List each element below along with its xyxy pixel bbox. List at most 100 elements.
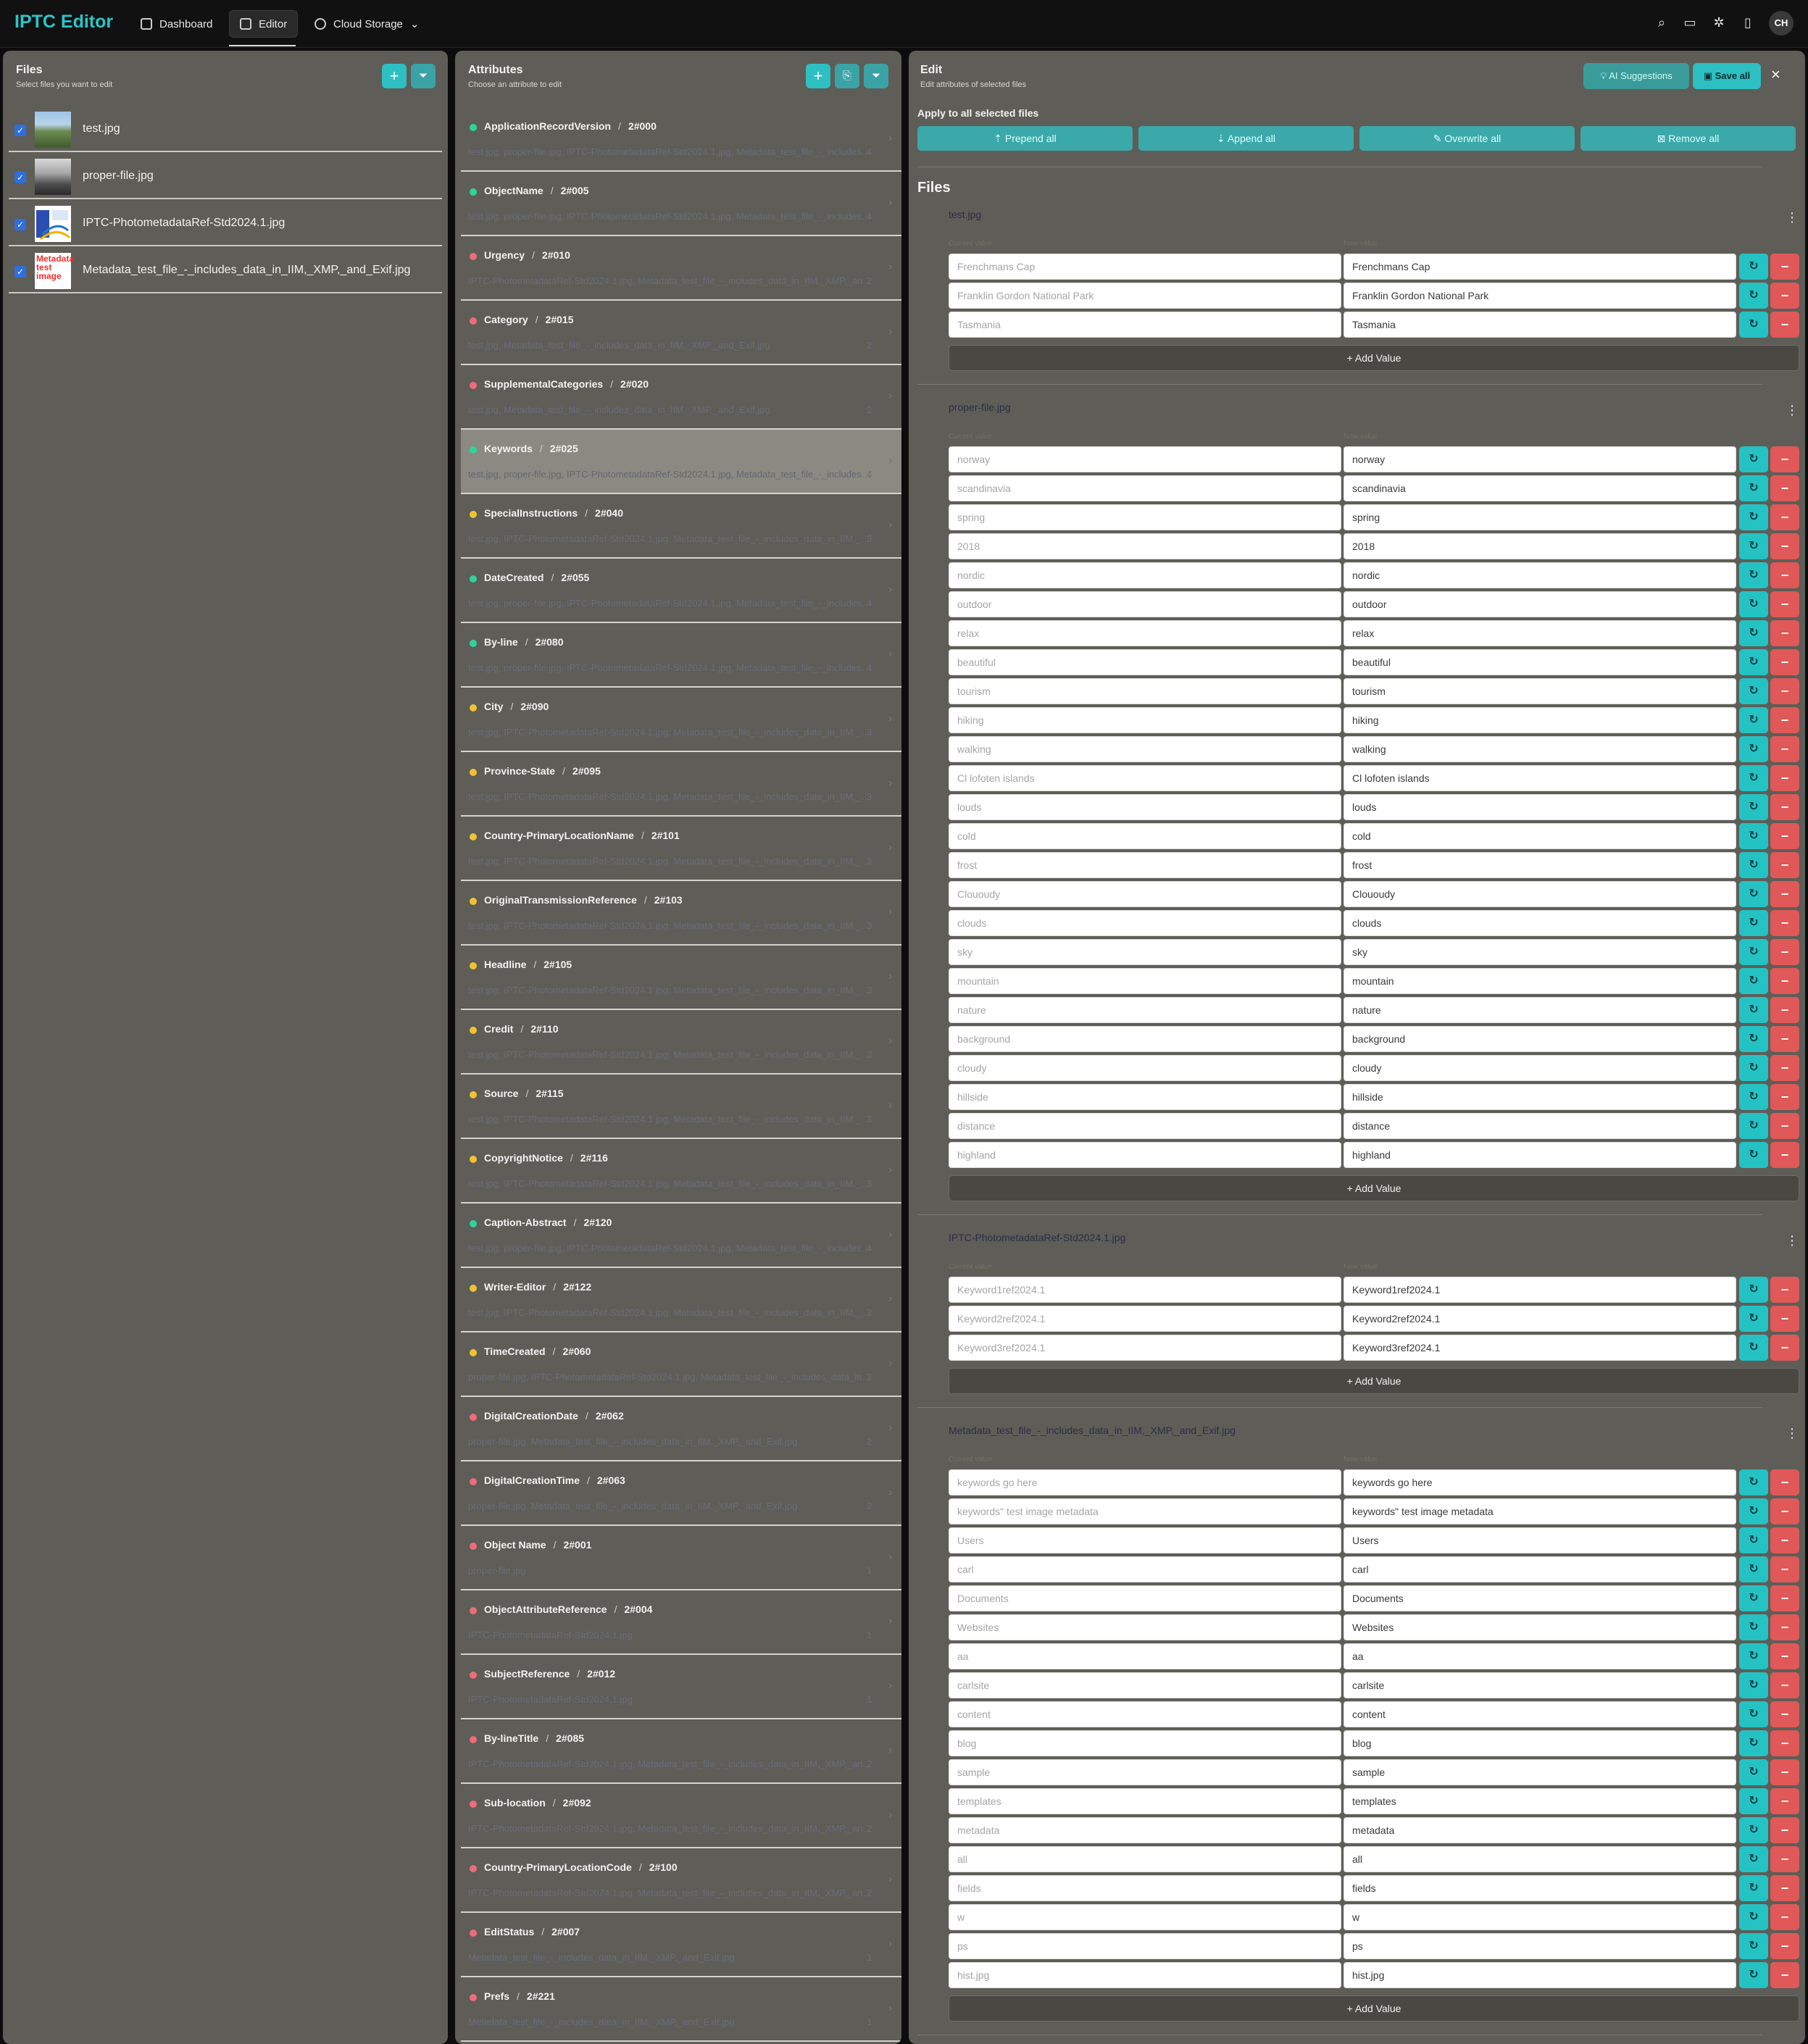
attribute-item[interactable]: ObjectAttributeReference / 2#004 IPTC-Photo…: [461, 1590, 901, 1655]
reset-value-button[interactable]: ↻: [1739, 736, 1768, 762]
add-value-button[interactable]: + Add Value: [949, 1995, 1799, 2022]
attribute-item[interactable]: Caption-Abstract / 2#120 test.jpg, proper-f…: [461, 1204, 901, 1268]
remove-value-button[interactable]: −: [1770, 823, 1799, 849]
remove-value-button[interactable]: −: [1770, 1113, 1799, 1139]
reset-value-button[interactable]: ↻: [1739, 765, 1768, 791]
remove-value-button[interactable]: −: [1770, 997, 1799, 1023]
new-value-input[interactable]: all: [1343, 1846, 1736, 1872]
reset-value-button[interactable]: ↻: [1739, 533, 1768, 559]
remove-value-button[interactable]: −: [1770, 1730, 1799, 1756]
new-value-input[interactable]: w: [1343, 1904, 1736, 1930]
new-value-input[interactable]: scandinavia: [1343, 475, 1736, 501]
new-value-input[interactable]: metadata: [1343, 1817, 1736, 1843]
attribute-item[interactable]: Country-PrimaryLocationCode / 2#100 IPTC-Ph…: [461, 1848, 901, 1913]
new-value-input[interactable]: Clououdy: [1343, 881, 1736, 907]
close-icon[interactable]: ×: [1771, 65, 1780, 84]
new-value-input[interactable]: keywords go here: [1343, 1469, 1736, 1496]
reset-value-button[interactable]: ↻: [1739, 1788, 1768, 1814]
remove-value-button[interactable]: −: [1770, 1614, 1799, 1640]
attribute-item[interactable]: Sub-location / 2#092 IPTC-PhotometadataRef-…: [461, 1784, 901, 1848]
remove-value-button[interactable]: −: [1770, 591, 1799, 617]
remove-value-button[interactable]: −: [1770, 939, 1799, 965]
attribute-item[interactable]: Headline / 2#105 test.jpg, IPTC-Photometada…: [461, 946, 901, 1010]
remove-value-button[interactable]: −: [1770, 881, 1799, 907]
remove-value-button[interactable]: −: [1770, 1084, 1799, 1110]
attribute-item[interactable]: Object Name / 2#001 proper-file.jpg 1 ›: [461, 1526, 901, 1590]
file-checkbox[interactable]: ✓: [14, 125, 26, 136]
remove-value-button[interactable]: −: [1770, 1643, 1799, 1669]
remove-value-button[interactable]: −: [1770, 504, 1799, 530]
reset-value-button[interactable]: ↻: [1739, 504, 1768, 530]
reset-value-button[interactable]: ↻: [1739, 312, 1768, 338]
remove-value-button[interactable]: −: [1770, 620, 1799, 646]
add-file-button[interactable]: +: [382, 64, 407, 88]
new-value-input[interactable]: spring: [1343, 504, 1736, 530]
file-checkbox[interactable]: ✓: [14, 172, 26, 183]
filter-attributes-button[interactable]: ⏷: [864, 64, 888, 88]
new-value-input[interactable]: Tasmania: [1343, 312, 1736, 338]
overwrite-all-button[interactable]: ✎ Overwrite all: [1359, 126, 1575, 151]
more-options-icon[interactable]: ⋮: [1786, 1426, 1799, 1441]
new-value-input[interactable]: ps: [1343, 1933, 1736, 1959]
search-icon[interactable]: ⌕: [1654, 14, 1670, 30]
reset-value-button[interactable]: ↻: [1739, 1672, 1768, 1698]
ai-suggestions-button[interactable]: 💡︎ AI Suggestions: [1583, 63, 1689, 89]
new-value-input[interactable]: walking: [1343, 736, 1736, 762]
reset-value-button[interactable]: ↻: [1739, 254, 1768, 280]
reset-value-button[interactable]: ↻: [1739, 1614, 1768, 1640]
remove-value-button[interactable]: −: [1770, 707, 1799, 733]
remove-value-button[interactable]: −: [1770, 1788, 1799, 1814]
remove-value-button[interactable]: −: [1770, 283, 1799, 309]
new-value-input[interactable]: sky: [1343, 939, 1736, 965]
reset-value-button[interactable]: ↻: [1739, 1846, 1768, 1872]
new-value-input[interactable]: hiking: [1343, 707, 1736, 733]
new-value-input[interactable]: tourism: [1343, 678, 1736, 704]
add-value-button[interactable]: + Add Value: [949, 1175, 1799, 1201]
new-value-input[interactable]: beautiful: [1343, 649, 1736, 675]
new-value-input[interactable]: Users: [1343, 1527, 1736, 1553]
new-value-input[interactable]: relax: [1343, 620, 1736, 646]
reset-value-button[interactable]: ↻: [1739, 1277, 1768, 1303]
new-value-input[interactable]: mountain: [1343, 968, 1736, 994]
new-value-input[interactable]: hillside: [1343, 1084, 1736, 1110]
reset-value-button[interactable]: ↻: [1739, 1335, 1768, 1361]
reset-value-button[interactable]: ↻: [1739, 446, 1768, 472]
remove-value-button[interactable]: −: [1770, 1055, 1799, 1081]
attribute-item[interactable]: CopyrightNotice / 2#116 test.jpg, IPTC-Phot…: [461, 1139, 901, 1204]
new-value-input[interactable]: cloudy: [1343, 1055, 1736, 1081]
reset-value-button[interactable]: ↻: [1739, 562, 1768, 588]
reset-value-button[interactable]: ↻: [1739, 968, 1768, 994]
remove-value-button[interactable]: −: [1770, 1306, 1799, 1332]
remove-value-button[interactable]: −: [1770, 968, 1799, 994]
file-row[interactable]: ✓ proper-file.jpg: [9, 154, 442, 199]
new-value-input[interactable]: Frenchmans Cap: [1343, 254, 1736, 280]
new-value-input[interactable]: carlsite: [1343, 1672, 1736, 1698]
reset-value-button[interactable]: ↻: [1739, 1055, 1768, 1081]
remove-value-button[interactable]: −: [1770, 1672, 1799, 1698]
remove-value-button[interactable]: −: [1770, 312, 1799, 338]
attribute-item[interactable]: Keywords / 2#025 test.jpg, proper-file.jpg,…: [461, 430, 901, 494]
new-value-input[interactable]: nature: [1343, 997, 1736, 1023]
reset-value-button[interactable]: ↻: [1739, 881, 1768, 907]
new-value-input[interactable]: louds: [1343, 794, 1736, 820]
new-value-input[interactable]: highland: [1343, 1142, 1736, 1168]
new-value-input[interactable]: Franklin Gordon National Park: [1343, 283, 1736, 309]
reset-value-button[interactable]: ↻: [1739, 794, 1768, 820]
remove-value-button[interactable]: −: [1770, 1846, 1799, 1872]
reset-value-button[interactable]: ↻: [1739, 1962, 1768, 1988]
reset-value-button[interactable]: ↻: [1739, 852, 1768, 878]
app-title[interactable]: IPTC Editor: [14, 12, 113, 33]
remove-value-button[interactable]: −: [1770, 794, 1799, 820]
reset-value-button[interactable]: ↻: [1739, 649, 1768, 675]
new-value-input[interactable]: aa: [1343, 1643, 1736, 1669]
remove-value-button[interactable]: −: [1770, 1026, 1799, 1052]
reset-value-button[interactable]: ↻: [1739, 1306, 1768, 1332]
reset-value-button[interactable]: ↻: [1739, 1701, 1768, 1727]
reset-value-button[interactable]: ↻: [1739, 1026, 1768, 1052]
reset-value-button[interactable]: ↻: [1739, 707, 1768, 733]
remove-value-button[interactable]: −: [1770, 446, 1799, 472]
save-all-button[interactable]: ▣ Save all: [1693, 63, 1761, 89]
attribute-item[interactable]: EditStatus / 2#007 Metadata_test_file_-_inc…: [461, 1913, 901, 1977]
attribute-item[interactable]: DigitalCreationTime / 2#063 proper-file.jpg…: [461, 1461, 901, 1526]
remove-value-button[interactable]: −: [1770, 736, 1799, 762]
